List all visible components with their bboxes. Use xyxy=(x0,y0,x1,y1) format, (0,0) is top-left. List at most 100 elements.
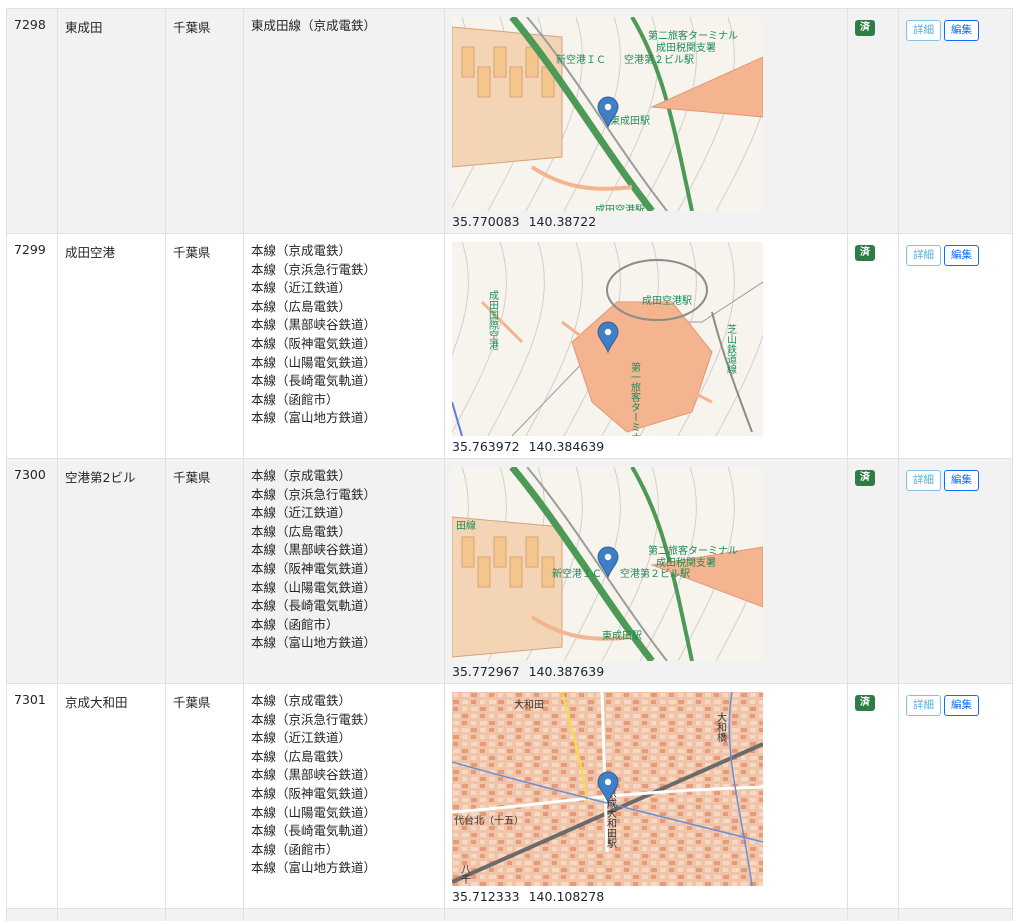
map-label: 成田空港駅 xyxy=(595,203,645,211)
lines-cell: 本線（京成電鉄） 本線（京浜急行電鉄） 本線（近江鉄道） 本線（広島電鉄） 本線（黒部峡… xyxy=(243,233,445,459)
map-label: 芝山鉄道線 xyxy=(725,323,737,374)
prefecture-cell: 千葉県 xyxy=(165,233,244,459)
line-name: 本線（富山地方鉄道） xyxy=(251,635,377,651)
map-label: 大和橋 xyxy=(715,711,727,743)
line-name: 本線（函館市） xyxy=(251,391,339,407)
station-id: 7298 xyxy=(14,17,46,32)
map-cell: 第二旅客ターミナル 成田税関支署 新空港ＩＣ 空港第２ビル駅 東成田駅 成田空港駅 35.… xyxy=(444,8,848,234)
status-badge: 済 xyxy=(855,245,875,261)
map-label: 空港第２ビル駅 xyxy=(620,567,690,580)
map-canvas: 田線第二旅客ターミナル成田税関支署新空港ＩＣ 空港第２ビル駅東成田駅 xyxy=(452,467,763,661)
edit-button[interactable]: 編集 xyxy=(944,695,979,716)
map-label: 第二旅客ターミナル xyxy=(648,544,738,557)
station-name-cell: 東成田 xyxy=(57,8,166,234)
map-cell: 大和田 代台北（十五） 京成大和田駅 八千 大和橋 35.712333 140.10827… xyxy=(444,683,848,909)
station-name-cell: 空港第2ビル xyxy=(57,458,166,684)
longitude: 140.38722 xyxy=(528,214,597,229)
station-table-body: 7298 東成田 千葉県 東成田線（京成電鉄） 第二旅客ターミナル 成田税関支署新… xyxy=(6,8,1013,921)
map-label: 成田国際空港 xyxy=(487,290,499,350)
table-cell xyxy=(165,908,244,921)
prefecture: 千葉県 xyxy=(173,470,211,485)
line-name: 本線（京浜急行電鉄） xyxy=(251,711,377,727)
lines-cell: 東成田線（京成電鉄） xyxy=(243,8,445,234)
status-cell: 済 xyxy=(847,458,899,684)
prefecture: 千葉県 xyxy=(173,20,211,35)
lines-cell: 本線（京成電鉄） 本線（京浜急行電鉄） 本線（近江鉄道） 本線（広島電鉄） 本線（黒部峡… xyxy=(243,458,445,684)
prefecture: 千葉県 xyxy=(173,695,211,710)
line-name: 本線（近江鉄道） xyxy=(251,730,352,746)
line-name: 東成田線（京成電鉄） xyxy=(251,18,377,33)
map-label: 第一旅客ターミナル xyxy=(629,361,641,436)
station-id-cell: 7300 xyxy=(6,458,58,684)
coordinates: 35.772967 140.387639 xyxy=(452,664,840,679)
actions-cell: 詳細 編集 xyxy=(898,8,1013,234)
station-id-cell: 7301 xyxy=(6,683,58,909)
station-table-container[interactable]: 7298 東成田 千葉県 東成田線（京成電鉄） 第二旅客ターミナル 成田税関支署新… xyxy=(0,0,1024,921)
edit-button[interactable]: 編集 xyxy=(944,20,979,41)
detail-button[interactable]: 詳細 xyxy=(906,20,941,41)
table-cell xyxy=(243,908,445,921)
map-label: 新空港ＩＣ xyxy=(556,53,606,66)
map-label: 代台北（十五） xyxy=(454,814,524,827)
detail-button[interactable]: 詳細 xyxy=(906,245,941,266)
line-name: 本線（阪神電気鉄道） xyxy=(251,560,377,576)
line-name: 本線（長崎電気軌道） xyxy=(251,823,377,839)
longitude: 140.108278 xyxy=(528,889,605,904)
map-label: 新空港ＩＣ xyxy=(552,567,602,580)
map-label: 成田税関支署 xyxy=(656,556,716,569)
coordinates: 35.763972 140.384639 xyxy=(452,439,840,454)
station-id: 7300 xyxy=(14,467,46,482)
table-row: 7298 東成田 千葉県 東成田線（京成電鉄） 第二旅客ターミナル 成田税関支署新… xyxy=(6,8,1013,234)
station-name: 東成田 xyxy=(65,20,103,35)
line-name: 本線（長崎電気軌道） xyxy=(251,598,377,614)
map-label: 成田空港駅 xyxy=(642,294,692,307)
table-row: 7300 空港第2ビル 千葉県 本線（京成電鉄） 本線（京浜急行電鉄） 本線（近江鉄… xyxy=(6,458,1013,684)
latitude: 35.772967 xyxy=(452,664,520,679)
map-canvas: 第二旅客ターミナル成田税関支署新空港ＩＣ 空港第２ビル駅東成田駅成田空港駅 xyxy=(452,17,763,211)
station-name: 空港第2ビル xyxy=(65,470,136,485)
coordinates: 35.770083 140.38722 xyxy=(452,214,840,229)
map-label: 大和田 xyxy=(514,698,544,711)
table-cell xyxy=(847,908,899,921)
line-name: 本線（京成電鉄） xyxy=(251,468,352,483)
map-label: 成田税関支署 xyxy=(656,41,716,54)
station-map[interactable]: 成田空港駅 成田国際空港第一旅客ターミナル 芝山鉄道線 xyxy=(452,242,763,436)
map-label: 東成田駅 xyxy=(602,629,642,642)
coordinates: 35.712333 140.108278 xyxy=(452,889,840,904)
line-name: 本線（長崎電気軌道） xyxy=(251,373,377,389)
station-map[interactable]: 第二旅客ターミナル 成田税関支署 新空港ＩＣ 空港第２ビル駅 東成田駅 成田空港駅 xyxy=(452,17,763,211)
line-name: 本線（富山地方鉄道） xyxy=(251,410,377,426)
station-id: 7301 xyxy=(14,692,46,707)
station-id-cell: 7298 xyxy=(6,8,58,234)
map-label: 第二旅客ターミナル xyxy=(648,29,738,42)
map-canvas: 大和田代台北（十五） 京成大和田駅八千大和橋 xyxy=(452,692,763,886)
line-name: 本線（山陽電気鉄道） xyxy=(251,804,377,820)
table-row xyxy=(6,908,1013,921)
line-name: 本線（広島電鉄） xyxy=(251,748,352,764)
line-name: 本線（函館市） xyxy=(251,616,339,632)
line-name: 本線（富山地方鉄道） xyxy=(251,860,377,876)
edit-button[interactable]: 編集 xyxy=(944,470,979,491)
station-map[interactable]: 田線 第二旅客ターミナル 成田税関支署 新空港ＩＣ 空港第２ビル駅 東成田駅 xyxy=(452,467,763,661)
line-name: 本線（京成電鉄） xyxy=(251,693,352,708)
detail-button[interactable]: 詳細 xyxy=(906,695,941,716)
station-id-cell: 7299 xyxy=(6,233,58,459)
table-cell xyxy=(898,908,1013,921)
table-row: 7299 成田空港 千葉県 本線（京成電鉄） 本線（京浜急行電鉄） 本線（近江鉄道）… xyxy=(6,233,1013,459)
line-name: 本線（函館市） xyxy=(251,841,339,857)
line-name: 本線（阪神電気鉄道） xyxy=(251,785,377,801)
longitude: 140.387639 xyxy=(528,664,605,679)
latitude: 35.763972 xyxy=(452,439,520,454)
map-canvas: 成田空港駅 成田国際空港第一旅客ターミナル 芝山鉄道線 xyxy=(452,242,763,436)
station-map[interactable]: 大和田 代台北（十五） 京成大和田駅 八千 大和橋 xyxy=(452,692,763,886)
edit-button[interactable]: 編集 xyxy=(944,245,979,266)
detail-button[interactable]: 詳細 xyxy=(906,470,941,491)
prefecture-cell: 千葉県 xyxy=(165,458,244,684)
map-cell: 田線 第二旅客ターミナル 成田税関支署 新空港ＩＣ 空港第２ビル駅 東成田駅 35.772… xyxy=(444,458,848,684)
prefecture-cell: 千葉県 xyxy=(165,8,244,234)
line-name: 本線（黒部峡谷鉄道） xyxy=(251,767,377,783)
line-name: 本線（京成電鉄） xyxy=(251,243,352,258)
line-name: 本線（近江鉄道） xyxy=(251,280,352,296)
longitude: 140.384639 xyxy=(528,439,605,454)
line-name: 本線（山陽電気鉄道） xyxy=(251,579,377,595)
